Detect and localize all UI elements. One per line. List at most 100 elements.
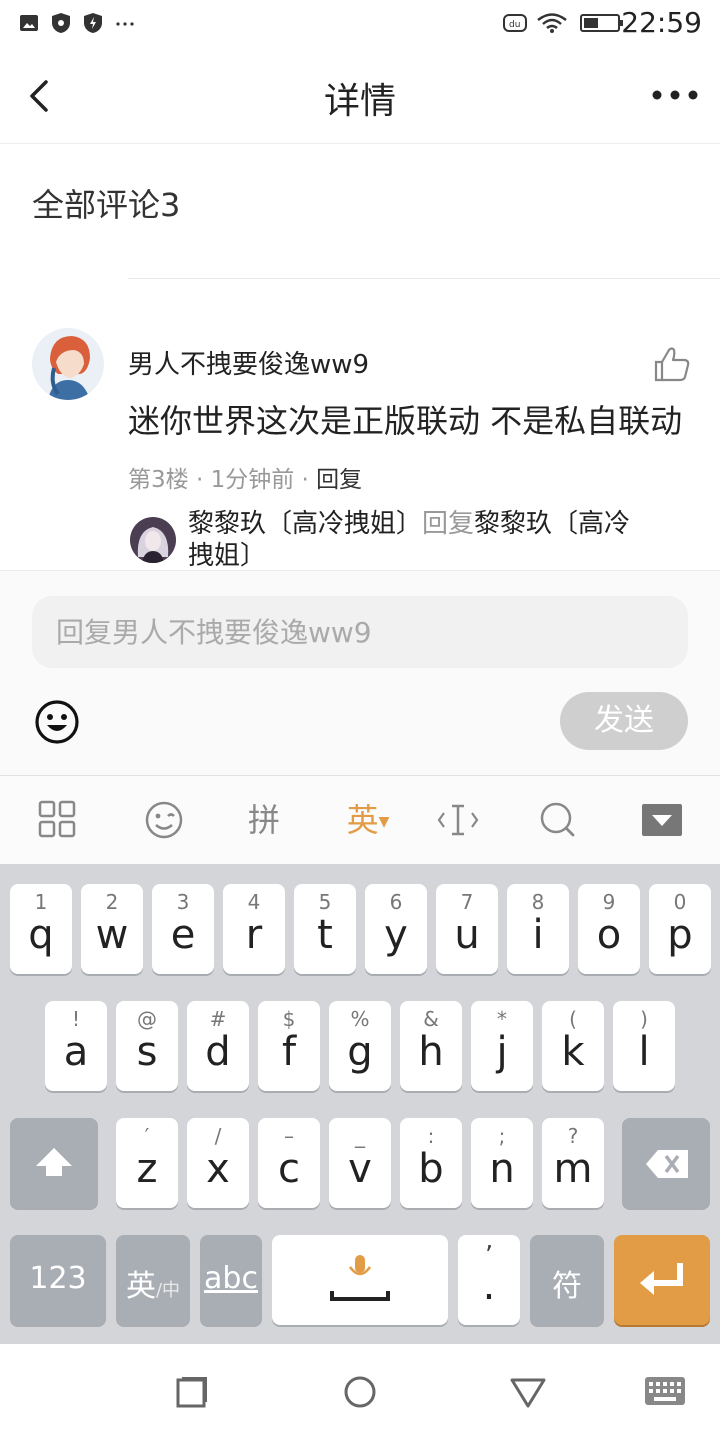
key-hint: & <box>423 1007 439 1031</box>
key-hint: _ <box>355 1124 365 1148</box>
grid-icon[interactable] <box>38 798 78 842</box>
reply-input[interactable] <box>32 596 688 668</box>
key-o[interactable]: 9o <box>578 884 640 974</box>
keyboard-icon[interactable] <box>644 1376 686 1406</box>
lang-sub: 中 <box>162 1280 181 1301</box>
microphone-icon <box>330 1255 390 1301</box>
key-hint: * <box>497 1007 507 1031</box>
symbols-key[interactable]: 符 <box>530 1235 604 1325</box>
comment-time: 1分钟前 <box>210 467 295 493</box>
key-k[interactable]: (k <box>542 1001 604 1091</box>
key-j[interactable]: * j <box>471 1001 533 1091</box>
key-g[interactable]: % g <box>329 1001 391 1091</box>
key-s[interactable]: @ s <box>116 1001 178 1091</box>
key-n[interactable]: ; n <box>471 1118 533 1208</box>
english-mode-button[interactable]: 英▼ <box>338 798 398 842</box>
key-letter: x <box>206 1146 230 1192</box>
shield-bolt-icon <box>84 13 102 33</box>
image-icon <box>20 15 38 31</box>
avatar[interactable] <box>32 328 104 400</box>
backspace-key[interactable] <box>622 1118 710 1208</box>
key-hint: : <box>427 1124 435 1148</box>
numbers-key-label: 123 <box>29 1261 87 1296</box>
enter-key[interactable] <box>614 1235 710 1325</box>
key-f[interactable]: $ f <box>258 1001 320 1091</box>
back-triangle-icon[interactable] <box>508 1374 548 1410</box>
home-icon[interactable] <box>342 1374 378 1410</box>
thumbs-up-icon[interactable] <box>652 346 692 382</box>
period-key[interactable]: ’ . <box>458 1235 520 1325</box>
page-title: 详情 <box>323 81 396 122</box>
key-hint: 1 <box>34 890 48 914</box>
key-a[interactable]: ! a <box>45 1001 107 1091</box>
key-hint: 2 <box>105 890 119 914</box>
key-i[interactable]: 8i <box>507 884 569 974</box>
key-b[interactable]: :b <box>400 1118 462 1208</box>
more-horizontal-icon[interactable] <box>650 80 700 110</box>
key-letter: k <box>561 1029 585 1075</box>
key-hint: ! <box>71 1007 81 1031</box>
key-hint: 3 <box>176 890 190 914</box>
meta-separator: · <box>301 467 309 493</box>
key-letter: r <box>245 912 263 958</box>
key-z[interactable]: ′ z <box>116 1118 178 1208</box>
key-letter: c <box>278 1146 300 1192</box>
shift-key[interactable] <box>10 1118 98 1208</box>
key-c[interactable]: – c <box>258 1118 320 1208</box>
sub-reply-reply-word: 回复 <box>422 509 475 539</box>
key-u[interactable]: 7u <box>436 884 498 974</box>
sub-reply-target[interactable]: 黎黎玖〔高冷 <box>474 509 630 539</box>
numbers-key[interactable]: 123 <box>10 1235 106 1325</box>
abc-key[interactable]: abc <box>200 1235 262 1325</box>
key-h[interactable]: & h <box>400 1001 462 1091</box>
key-q[interactable]: 1q <box>10 884 72 974</box>
search-icon[interactable] <box>538 798 578 842</box>
key-p[interactable]: 0p <box>649 884 711 974</box>
eye-shield-icon <box>52 13 70 33</box>
english-mode-label: 英 <box>346 801 379 839</box>
pinyin-button[interactable]: 拼 <box>238 798 290 842</box>
key-w[interactable]: 2w <box>81 884 143 974</box>
key-hint: ) <box>640 1007 648 1031</box>
key-letter: v <box>348 1146 372 1192</box>
top-app-bar: 详情 <box>0 50 720 144</box>
key-r[interactable]: 4r <box>223 884 285 974</box>
key-letter: n <box>489 1146 515 1192</box>
key-hint: 9 <box>602 890 616 914</box>
key-letter: m <box>553 1146 593 1192</box>
space-key[interactable] <box>272 1235 448 1325</box>
recent-apps-icon[interactable] <box>174 1374 210 1410</box>
reply-link[interactable]: 回复 <box>316 467 362 493</box>
key-e[interactable]: 3e <box>152 884 214 974</box>
key-l[interactable]: ) l <box>613 1001 675 1091</box>
shift-arrow-icon <box>36 1148 72 1176</box>
sub-reply-avatar[interactable] <box>130 517 176 563</box>
battery-icon <box>580 14 623 32</box>
emoji-wink-icon[interactable] <box>144 798 184 842</box>
key-d[interactable]: # d <box>187 1001 249 1091</box>
keyboard-toolbar: 拼 英▼ <box>0 775 720 864</box>
key-letter: p <box>667 912 693 958</box>
key-letter: b <box>418 1146 444 1192</box>
key-main: . <box>482 1263 496 1309</box>
comment-author[interactable]: 男人不拽要俊逸ww9 <box>128 344 369 381</box>
more-dots-icon <box>116 22 134 26</box>
du-icon: du <box>503 14 527 32</box>
key-letter: a <box>63 1029 89 1075</box>
send-button[interactable]: 发送 <box>560 692 688 750</box>
key-t[interactable]: 5t <box>294 884 356 974</box>
comment-meta: 第3楼 · 1分钟前 · 回复 <box>128 460 362 494</box>
emoji-icon[interactable] <box>34 699 80 745</box>
sub-reply-author[interactable]: 黎黎玖〔高冷拽姐〕 <box>188 509 422 539</box>
key-hint: 0 <box>673 890 687 914</box>
key-v[interactable]: _ v <box>329 1118 391 1208</box>
key-m[interactable]: ? m <box>542 1118 604 1208</box>
key-x[interactable]: / x <box>187 1118 249 1208</box>
lang-main: 英 <box>125 1269 156 1304</box>
cursor-icon[interactable] <box>436 798 480 842</box>
svg-text:du: du <box>509 20 520 30</box>
language-switch-key[interactable]: 英/中 <box>116 1235 190 1325</box>
meta-separator: · <box>195 467 204 493</box>
hide-keyboard-icon[interactable] <box>640 798 684 842</box>
key-y[interactable]: 6y <box>365 884 427 974</box>
